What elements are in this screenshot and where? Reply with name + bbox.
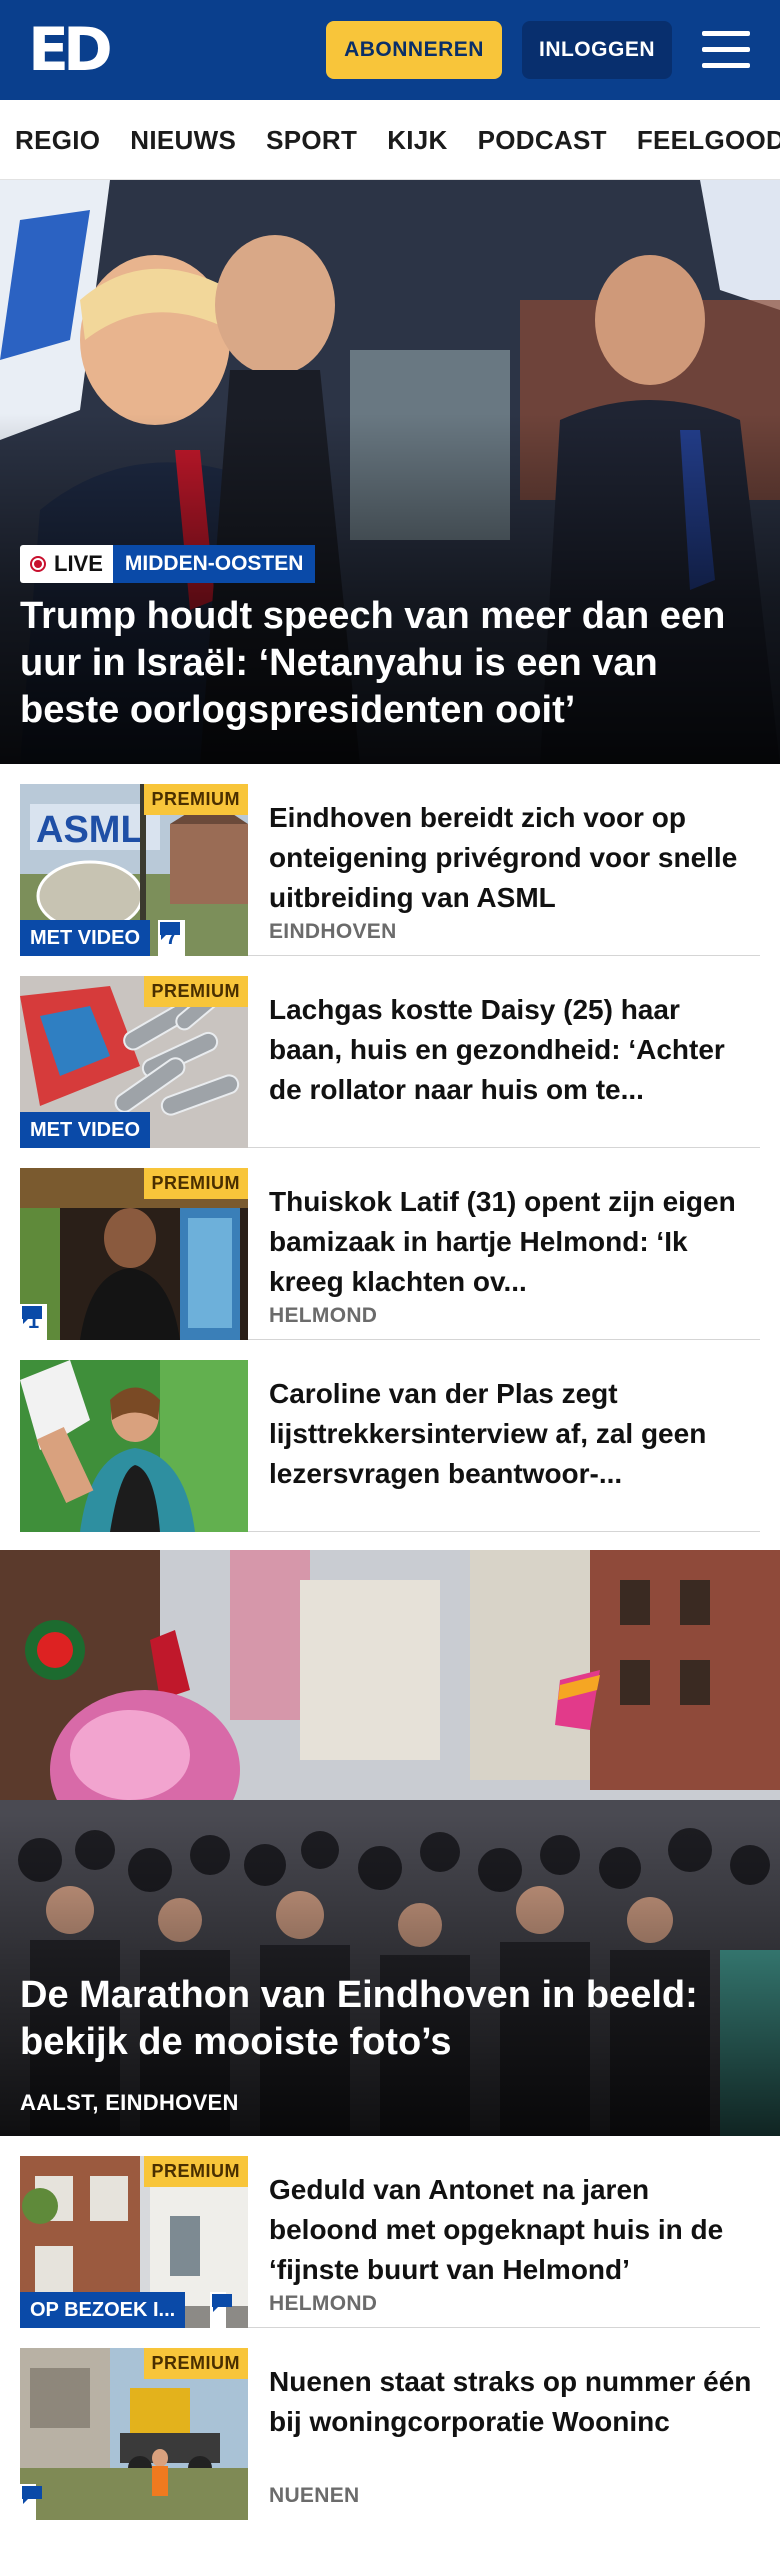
hero-article[interactable]: LIVE MIDDEN-OOSTEN Trump houdt speech va… [0,180,780,764]
comment-count [20,2484,42,2520]
nav-item-podcast[interactable]: PODCAST [478,125,607,156]
article-title: Geduld van Antonet na jaren beloond met … [269,2174,724,2285]
comment-count: 1 [20,1304,48,1340]
hero-title: Trump houdt speech van meer dan een uur … [20,595,726,731]
article-title: Eindhoven bereidt zich voor op onteigeni… [269,802,738,913]
section-nav: REGIO NIEUWS SPORT KIJK PODCAST FEELGOOD… [0,100,780,180]
live-badge: LIVE [20,545,113,583]
article-location: HELMOND [269,1304,378,1327]
article-item[interactable]: Caroline van der Plas zegt lijsttrekkers… [20,1360,760,1532]
comment-count: 7 [158,920,186,956]
article-title: Nuenen staat straks op nummer één bij wo… [269,2366,752,2437]
topic-badge[interactable]: MIDDEN-OOSTEN [112,545,316,583]
nav-item-regio[interactable]: REGIO [15,125,100,156]
live-dot-icon [30,556,46,572]
nav-item-nieuws[interactable]: NIEUWS [130,125,236,156]
video-badge: OP BEZOEK I... [20,2292,186,2328]
comment-icon [160,922,180,940]
nav-item-kijk[interactable]: KIJK [387,125,447,156]
subscribe-button[interactable]: ABONNEREN [326,21,502,79]
premium-badge: PREMIUM [143,784,248,815]
hero-badges: LIVE MIDDEN-OOSTEN [20,545,316,583]
comment-count [210,2292,232,2328]
comment-icon [22,2486,42,2504]
hero2-title: De Marathon van Eindhoven in beeld: beki… [20,1974,698,2063]
video-badge: MET VIDEO [20,920,151,956]
article-thumbnail: ASML PREMIUM MET VIDEO 7 [20,784,248,956]
article-thumbnail: PREMIUM [20,2348,248,2520]
article-title: Caroline van der Plas zegt lijsttrekkers… [269,1378,707,1489]
svg-text:ASML: ASML [36,809,144,851]
premium-badge: PREMIUM [143,1168,248,1199]
login-button[interactable]: INLOGGEN [522,21,672,79]
article-item[interactable]: PREMIUM 1 Thuiskok Latif (31) opent zijn… [20,1168,760,1340]
article-location: HELMOND [269,2292,378,2315]
hero2-article[interactable]: De Marathon van Eindhoven in beeld: beki… [0,1550,780,2136]
premium-badge: PREMIUM [143,976,248,1007]
nav-item-sport[interactable]: SPORT [266,125,357,156]
article-item[interactable]: PREMIUM MET VIDEO Lachgas kostte Daisy (… [20,976,760,1148]
article-thumbnail: PREMIUM 1 [20,1168,248,1340]
comment-icon [22,1306,42,1324]
article-location: NUENEN [269,2484,360,2507]
nav-item-feelgood[interactable]: FEELGOOD [637,125,780,156]
article-thumbnail [20,1360,248,1532]
article-item[interactable]: PREMIUM OP BEZOEK I... Geduld van Antone… [20,2156,760,2328]
hamburger-menu-icon[interactable] [700,27,752,73]
site-logo[interactable]: ED [28,20,113,80]
comment-icon [212,2294,232,2312]
live-label: LIVE [54,551,103,576]
premium-badge: PREMIUM [143,2348,248,2379]
article-thumbnail: PREMIUM OP BEZOEK I... [20,2156,248,2328]
premium-badge: PREMIUM [143,2156,248,2187]
article-location: EINDHOVEN [269,920,397,943]
article-thumbnail: PREMIUM MET VIDEO [20,976,248,1148]
article-item[interactable]: PREMIUM Nuenen staat straks op nummer éé… [20,2348,760,2520]
article-item[interactable]: ASML PREMIUM MET VIDEO 7 Eindhoven berei… [20,784,760,956]
video-badge: MET VIDEO [20,1112,151,1148]
top-header: ED ABONNEREN INLOGGEN [0,0,780,100]
article-title: Thuiskok Latif (31) opent zijn eigen bam… [269,1186,736,1297]
hero2-location: AALST, EINDHOVEN [20,2090,239,2115]
article-title: Lachgas kostte Daisy (25) haar baan, hui… [269,994,725,1105]
